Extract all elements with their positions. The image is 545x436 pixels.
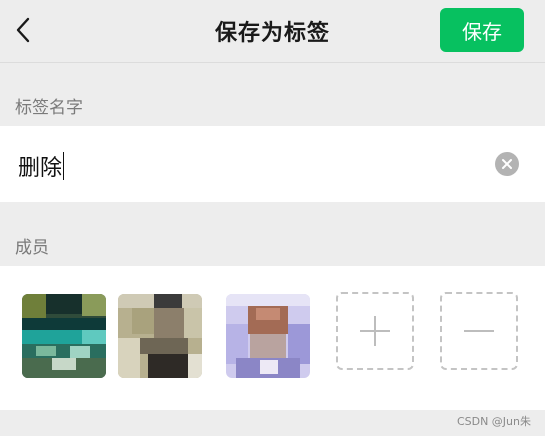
tag-name-input[interactable]: 删除: [18, 150, 65, 182]
remove-member-button[interactable]: [440, 292, 518, 370]
clear-button[interactable]: [495, 152, 519, 176]
add-member-button[interactable]: [336, 292, 414, 370]
chevron-left-icon: [16, 17, 30, 43]
header-divider: [0, 62, 545, 63]
clear-circle-icon: [502, 159, 512, 169]
member-avatar-2[interactable]: [118, 294, 202, 378]
member-avatar-1[interactable]: [22, 294, 106, 378]
members-label: 成员: [15, 238, 49, 258]
save-button[interactable]: 保存: [440, 8, 524, 52]
tag-name-label: 标签名字: [15, 98, 83, 118]
text-caret: [63, 152, 65, 180]
back-button[interactable]: [10, 16, 36, 44]
tag-name-value: 删除: [18, 156, 63, 181]
tag-name-row[interactable]: 删除: [0, 126, 545, 202]
top-bar: 保存为标签 保存: [0, 0, 545, 62]
plus-icon: [360, 316, 390, 346]
members-row: [0, 266, 545, 410]
watermark: CSDN @Jun朱: [456, 415, 531, 428]
member-avatar-3[interactable]: [226, 294, 310, 378]
minus-icon: [464, 330, 494, 332]
